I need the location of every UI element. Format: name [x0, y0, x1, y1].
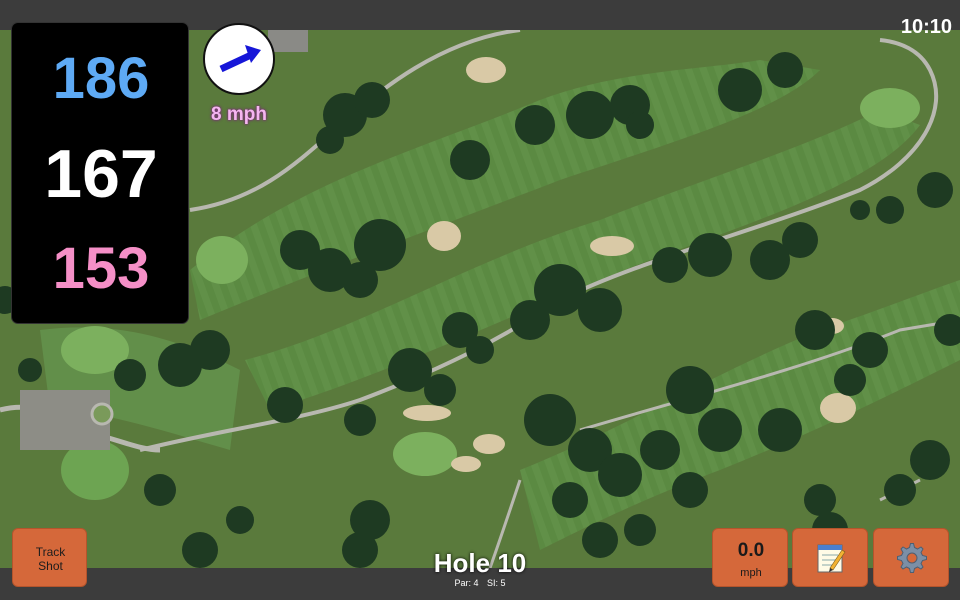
hole-par: Par: 4: [454, 578, 479, 588]
track-shot-label-line2: Shot: [38, 559, 63, 573]
hole-title: Hole 10: [433, 548, 527, 578]
distance-back: 186: [52, 46, 150, 111]
hole-stroke-index: SI: 5: [487, 578, 506, 588]
distance-panel: 186 167 153: [11, 22, 189, 324]
speed-unit: mph: [740, 567, 762, 579]
gear-icon: [897, 543, 927, 573]
app-root: 10:10 186 167 153 8 mph Track Shot 0.0 m…: [0, 0, 960, 600]
settings-button[interactable]: [873, 528, 949, 587]
track-shot-label: Track Shot: [13, 545, 88, 573]
hole-info: Par: 4 SI: 5: [400, 578, 560, 588]
track-shot-label-line1: Track: [35, 545, 66, 559]
speed-value: 0.0: [737, 540, 765, 561]
wind-speed: 8 mph: [211, 104, 267, 125]
arrow-icon: [219, 45, 261, 73]
notepad-icon: [817, 544, 846, 573]
speed-button[interactable]: 0.0 mph: [712, 528, 788, 587]
status-time: 10:10: [900, 16, 952, 38]
wind-indicator: [203, 23, 275, 95]
distance-middle: 167: [44, 136, 158, 212]
distance-front: 153: [52, 236, 150, 301]
track-shot-button[interactable]: Track Shot: [12, 528, 87, 587]
notes-button[interactable]: [792, 528, 868, 587]
